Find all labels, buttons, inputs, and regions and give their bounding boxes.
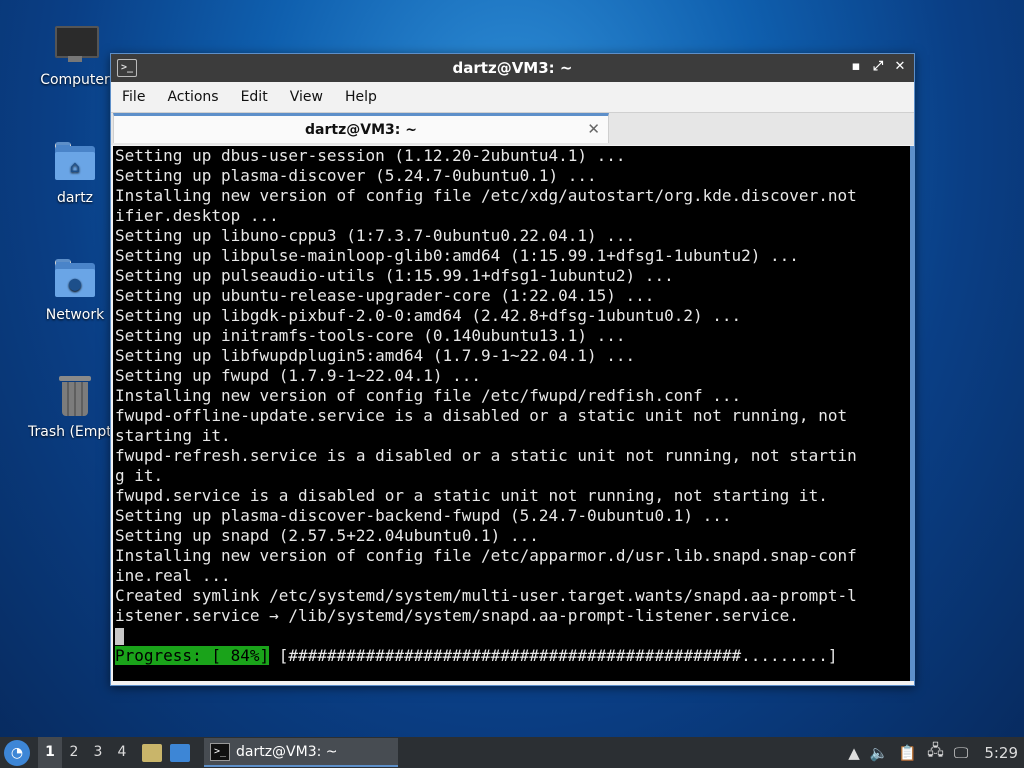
terminal-line: fwupd-refresh.service is a disabled or a… <box>115 446 857 465</box>
taskbar-item-terminal[interactable]: >_ dartz@VM3: ~ <box>204 738 398 767</box>
terminal-line: Setting up libuno-cppu3 (1:7.3.7-0ubuntu… <box>115 226 636 245</box>
clock[interactable]: 5:29 <box>984 744 1018 762</box>
workspace-switcher: 1 2 3 4 <box>38 737 134 768</box>
workspace-1[interactable]: 1 <box>38 737 62 768</box>
terminal-cursor-line <box>115 626 910 646</box>
clipboard-icon[interactable]: 📋 <box>898 744 917 762</box>
menu-actions[interactable]: Actions <box>156 89 229 105</box>
terminal-scrollbar[interactable] <box>910 146 914 681</box>
menu-help[interactable]: Help <box>334 89 388 105</box>
home-folder-icon: ⌂ <box>53 140 97 184</box>
desktop-icon-label: Trash (Empty) <box>28 424 111 440</box>
terminal-line: starting it. <box>115 426 231 445</box>
window-titlebar[interactable]: >_ dartz@VM3: ~ ▪ ⤢ ✕ <box>111 54 914 82</box>
terminal-line: Installing new version of config file /e… <box>115 546 857 565</box>
terminal-line: fwupd.service is a disabled or a static … <box>115 486 828 505</box>
terminal-line: ine.real ... <box>115 566 231 585</box>
window-title: dartz@VM3: ~ <box>452 59 573 77</box>
menu-edit[interactable]: Edit <box>230 89 279 105</box>
terminal-line: Setting up snapd (2.57.5+22.04ubuntu0.1)… <box>115 526 539 545</box>
terminal-line: Setting up libfwupdplugin5:amd64 (1.7.9-… <box>115 346 636 365</box>
close-button[interactable]: ✕ <box>892 58 908 76</box>
progress-label: Progress: [ 84%] <box>115 646 270 665</box>
file-manager-icon[interactable] <box>142 743 162 762</box>
window-controls: ▪ ⤢ ✕ <box>848 58 908 76</box>
taskbar-item-label: dartz@VM3: ~ <box>236 743 338 760</box>
terminal-line: Setting up fwupd (1.7.9-1~22.04.1) ... <box>115 366 482 385</box>
workspace-2[interactable]: 2 <box>62 737 86 768</box>
terminal-line: Setting up libpulse-mainloop-glib0:amd64… <box>115 246 799 265</box>
terminal-window: >_ dartz@VM3: ~ ▪ ⤢ ✕ File Actions Edit … <box>110 53 915 686</box>
terminal-line: Installing new version of config file /e… <box>115 386 742 405</box>
taskbar: ◔ 1 2 3 4 >_ dartz@VM3: ~ ▲ 🔈 📋 🖧 🖵 5:29 <box>0 737 1024 768</box>
terminal-line: Setting up libgdk-pixbuf-2.0-0:amd64 (2.… <box>115 306 742 325</box>
progress-row: Progress: [ 84%] [######################… <box>115 646 837 666</box>
terminal-output[interactable]: Setting up dbus-user-session (1.12.20-2u… <box>113 146 910 681</box>
app-menu-icon: ◔ <box>10 744 24 761</box>
workspace-3[interactable]: 3 <box>86 737 110 768</box>
desktop-icon-trash[interactable]: Trash (Empty) <box>25 374 111 440</box>
terminal-icon: >_ <box>210 742 230 761</box>
terminal-line: fwupd-offline-update.service is a disabl… <box>115 406 848 425</box>
terminal-line: g it. <box>115 466 164 485</box>
computer-icon <box>53 22 99 66</box>
terminal-lines: Setting up dbus-user-session (1.12.20-2u… <box>115 146 910 626</box>
network-status-icon[interactable]: 🖧 <box>927 740 944 765</box>
terminal-line: Setting up initramfs-tools-core (0.140ub… <box>115 326 626 345</box>
terminal-line: Setting up pulseaudio-utils (1:15.99.1+d… <box>115 266 674 285</box>
tab-bar: dartz@VM3: ~ ✕ <box>111 112 914 145</box>
terminal-icon: >_ <box>117 59 137 77</box>
tab-label: dartz@VM3: ~ <box>305 121 417 138</box>
notification-icon[interactable]: 🖵 <box>954 744 968 762</box>
menubar: File Actions Edit View Help <box>111 82 914 112</box>
show-desktop-icon[interactable] <box>170 743 190 762</box>
terminal-line: Setting up dbus-user-session (1.12.20-2u… <box>115 146 626 165</box>
maximize-button[interactable]: ⤢ <box>870 58 886 76</box>
trash-icon <box>53 374 97 418</box>
progress-bar: [#######################################… <box>269 646 838 665</box>
network-folder-icon: ● <box>53 257 97 301</box>
minimize-button[interactable]: ▪ <box>848 58 864 76</box>
terminal-line: Setting up plasma-discover-backend-fwupd… <box>115 506 732 525</box>
menu-view[interactable]: View <box>279 89 334 105</box>
terminal-cursor <box>115 628 124 645</box>
terminal-line: ifier.desktop ... <box>115 206 279 225</box>
terminal-line: Setting up ubuntu-release-upgrader-core … <box>115 286 655 305</box>
start-menu-button[interactable]: ◔ <box>4 739 30 766</box>
tab-close-icon[interactable]: ✕ <box>587 120 600 138</box>
volume-icon[interactable]: 🔈 <box>870 744 889 762</box>
menu-file[interactable]: File <box>111 89 156 105</box>
tab-terminal[interactable]: dartz@VM3: ~ ✕ <box>113 113 609 143</box>
terminal-line: istener.service → /lib/systemd/system/sn… <box>115 606 799 625</box>
terminal-line: Created symlink /etc/systemd/system/mult… <box>115 586 857 605</box>
system-tray: ▲ 🔈 📋 🖧 🖵 5:29 <box>848 740 1024 765</box>
update-notifier-icon[interactable]: ▲ <box>848 744 860 762</box>
terminal-line: Installing new version of config file /e… <box>115 186 857 205</box>
terminal-line: Setting up plasma-discover (5.24.7-0ubun… <box>115 166 597 185</box>
workspace-4[interactable]: 4 <box>110 737 134 768</box>
